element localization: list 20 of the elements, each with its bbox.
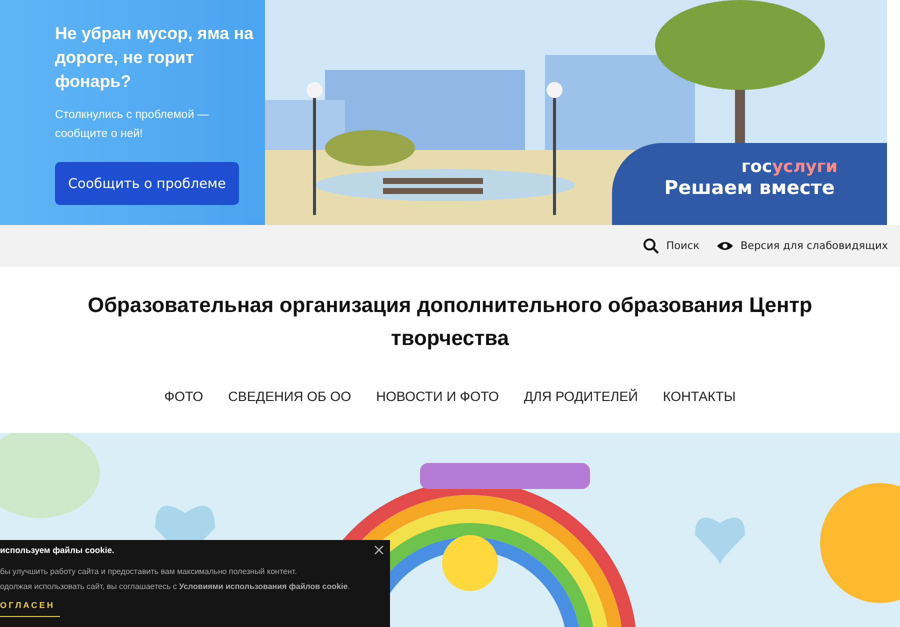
nav-link[interactable]: ДЛЯ РОДИТЕЛЕЙ: [524, 389, 638, 404]
accept-button[interactable]: ОГЛАСЕН: [0, 600, 60, 617]
cookie-text: одолжая использовать сайт, вы соглашаетесь с Условиями использования файлов cookie.: [0, 581, 351, 593]
search-icon: [643, 238, 660, 254]
search-link[interactable]: Поиск: [643, 238, 700, 254]
promo-text: Столкнулись с проблемой — сообщите о ней!: [55, 108, 210, 142]
brand-slogan: Решаем вместе: [663, 177, 836, 199]
nav-link[interactable]: СВЕДЕНИЯ ОБ ОО: [228, 389, 352, 404]
cookie-text: бы улучшить работу сайта и предоставить вам максимально полезный контент.: [0, 566, 298, 578]
cookie-title: используем файлы cookie.: [0, 545, 114, 555]
eye-icon: [717, 241, 734, 251]
promo-heading: Не убран мусор, яма на дороге, не горит фонарь?: [55, 23, 254, 93]
brand-logo: госуслуги: [741, 157, 838, 177]
report-problem-button[interactable]: Сообщить о проблеме: [55, 162, 239, 205]
close-icon[interactable]: [374, 545, 384, 555]
accessibility-link[interactable]: Версия для слабовидящих: [717, 240, 888, 252]
site-title: Образовательная организация дополнительного образования Центр творчества: [86, 293, 814, 352]
nav-link[interactable]: ФОТО: [164, 389, 204, 404]
nav-link[interactable]: КОНТАКТЫ: [662, 389, 736, 404]
nav-link[interactable]: НОВОСТИ И ФОТО: [376, 389, 499, 404]
